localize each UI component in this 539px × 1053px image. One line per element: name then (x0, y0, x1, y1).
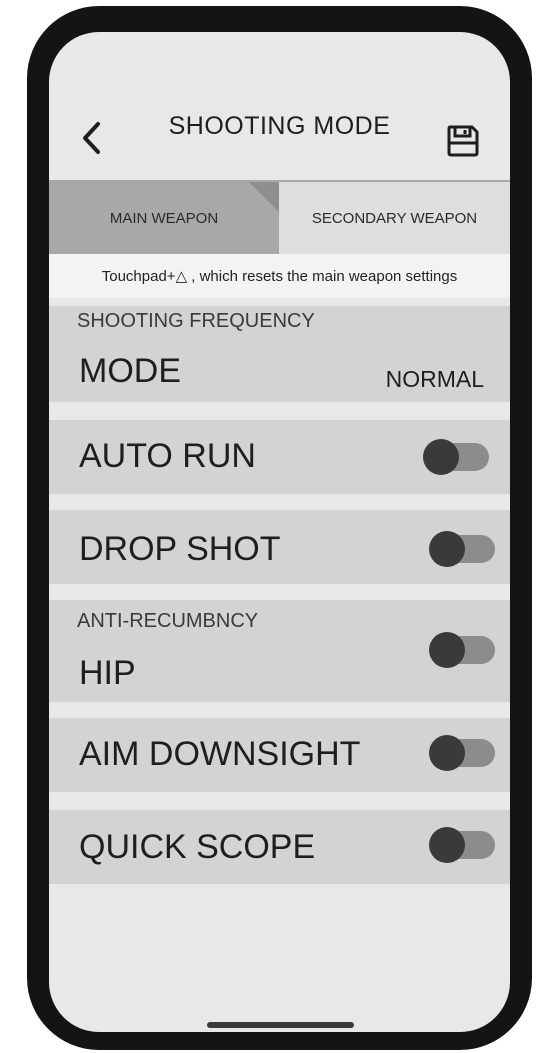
aim-downsight-row: AIM DOWNSIGHT (49, 718, 510, 792)
aim-downsight-toggle[interactable] (429, 735, 495, 771)
mode-value: NORMAL (385, 366, 484, 392)
toggle-knob (429, 632, 465, 668)
quick-scope-toggle[interactable] (429, 827, 495, 863)
page-title: SHOOTING MODE (168, 112, 391, 140)
mode-label: MODE (79, 352, 181, 390)
toggle-knob (429, 827, 465, 863)
tab-selected-corner (249, 182, 279, 212)
shooting-frequency-label: SHOOTING FREQUENCY (77, 310, 315, 332)
tab-main-weapon-label: MAIN WEAPON (109, 209, 219, 227)
home-indicator[interactable] (207, 1022, 354, 1028)
auto-run-label: AUTO RUN (79, 437, 256, 475)
app-screen: SHOOTING MODE MAIN WEAPON SECONDARY WEAP… (49, 32, 510, 1032)
header-bar: SHOOTING MODE (49, 90, 510, 178)
tab-main-weapon[interactable]: MAIN WEAPON (49, 182, 279, 254)
toggle-knob (429, 735, 465, 771)
hip-label: HIP (79, 654, 136, 692)
toggle-knob (423, 439, 459, 475)
tab-secondary-weapon[interactable]: SECONDARY WEAPON (279, 182, 510, 254)
toggle-knob (429, 531, 465, 567)
reset-hint: Touchpad+△ , which resets the main weapo… (49, 254, 510, 298)
anti-recumbency-row: ANTI-RECUMBNCY HIP (49, 600, 510, 702)
drop-shot-label: DROP SHOT (79, 530, 281, 568)
tab-secondary-weapon-label: SECONDARY WEAPON (311, 209, 478, 227)
quick-scope-label: QUICK SCOPE (79, 828, 316, 866)
hip-toggle[interactable] (429, 632, 495, 668)
weapon-tabs: MAIN WEAPON SECONDARY WEAPON (49, 182, 510, 254)
auto-run-row: AUTO RUN (49, 420, 510, 494)
auto-run-toggle[interactable] (423, 439, 489, 475)
shooting-mode-row[interactable]: SHOOTING FREQUENCY MODE NORMAL (49, 306, 510, 402)
anti-recumbency-label: ANTI-RECUMBNCY (77, 610, 259, 632)
drop-shot-row: DROP SHOT (49, 510, 510, 584)
floppy-disk-icon[interactable] (445, 123, 481, 159)
chevron-left-icon[interactable] (78, 120, 108, 156)
quick-scope-row: QUICK SCOPE (49, 810, 510, 884)
aim-downsight-label: AIM DOWNSIGHT (79, 735, 361, 773)
drop-shot-toggle[interactable] (429, 531, 495, 567)
